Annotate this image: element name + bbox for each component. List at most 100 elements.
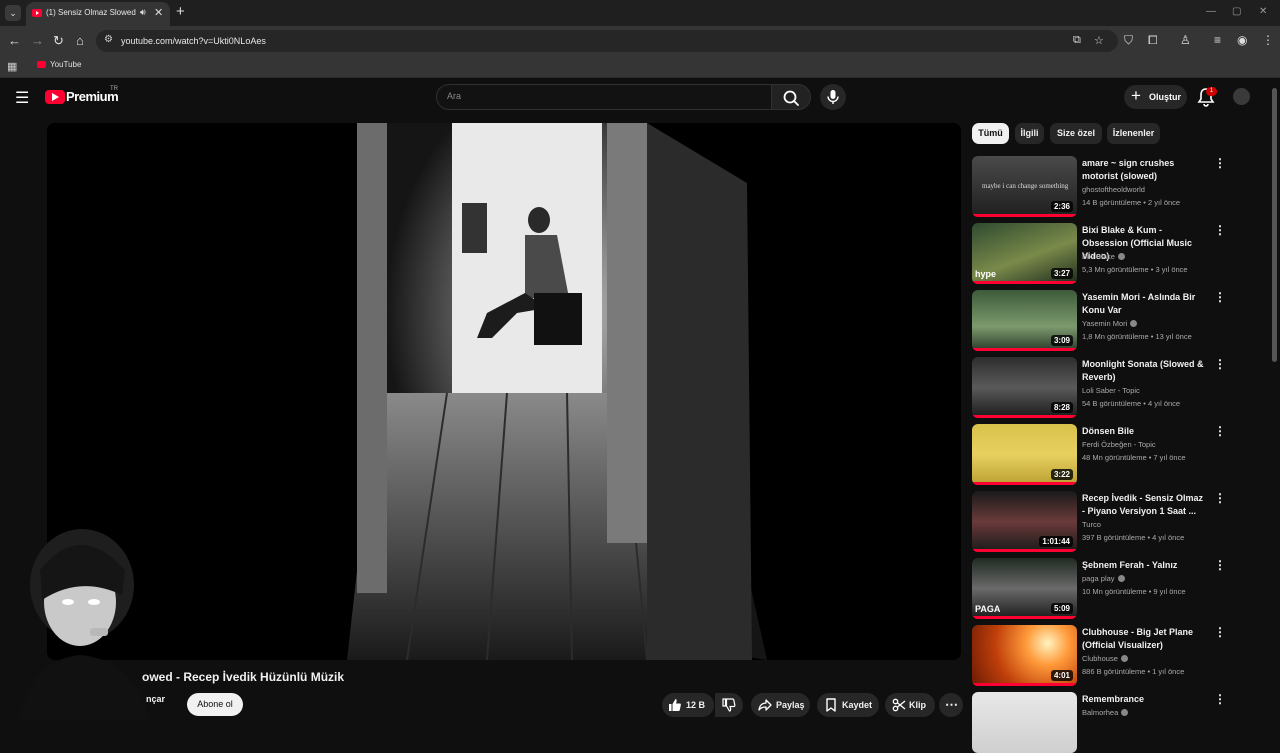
more-options-icon[interactable]: ⋮ [1214,156,1226,170]
rec-thumbnail[interactable]: PAGA 5:09 [972,558,1077,619]
chip-watched[interactable]: İzlenenler [1107,123,1160,144]
forward-icon[interactable]: → [31,33,44,49]
rec-channel[interactable]: Yasemin Mori [1082,319,1138,328]
search-icon [783,90,799,106]
browser-tab-active[interactable]: (1) Sensiz Olmaz Slowed - R 🔊︎ ✕ [26,2,170,26]
close-tab-icon[interactable]: ✕ [154,6,163,19]
search-button[interactable] [771,84,811,110]
reload-icon[interactable]: ↻ [53,33,64,49]
rec-channel[interactable]: Turco [1082,520,1101,529]
extensions-icon[interactable]: ⧠ [1148,33,1158,48]
apps-grid-icon[interactable]: ▦ [7,60,17,73]
rec-channel-name: Ferdi Özbeğen - Topic [1082,440,1156,449]
verified-check-icon [1120,655,1128,662]
rec-title[interactable]: amare ~ sign crushes motorist (slowed) [1082,157,1206,183]
more-options-icon[interactable]: ⋮ [1214,290,1226,304]
rec-views-age: 54 B görüntüleme • 4 yıl önce [1082,399,1181,408]
channel-name[interactable]: nçar [146,694,165,704]
minimize-icon[interactable]: — [1206,6,1216,17]
incognito-icon[interactable]: ♙ [1180,33,1191,47]
bookmark-youtube[interactable]: YouTube [50,60,81,69]
more-options-icon[interactable]: ⋮ [1214,692,1226,706]
back-icon[interactable]: ← [8,33,21,49]
watch-progress-bar [972,214,1077,217]
more-options-icon[interactable]: ⋮ [1214,625,1226,639]
search-box[interactable] [436,84,772,110]
voice-search-button[interactable] [820,84,846,110]
shield-icon[interactable]: ⛉ [1124,33,1133,48]
new-tab-button[interactable]: + [176,4,185,20]
rec-thumbnail[interactable]: hype 3:27 [972,223,1077,284]
clip-button[interactable]: Klip [885,693,935,717]
watch-progress-bar [972,482,1077,485]
rec-title[interactable]: Şebnem Ferah - Yalnız [1082,559,1206,572]
rec-title[interactable]: Recep İvedik - Sensiz Olmaz - Piyano Ver… [1082,492,1206,518]
tab-search-button[interactable]: ⌄ [5,5,21,21]
create-button[interactable]: + Oluştur [1124,85,1187,109]
cast-icon[interactable]: ⧉ [1073,34,1081,47]
rec-title[interactable]: Moonlight Sonata (Slowed & Reverb) [1082,358,1206,384]
clip-label: Klip [909,700,926,710]
watch-progress-bar [972,415,1077,418]
page-scrollbar[interactable] [1272,88,1277,362]
verified-check-icon [1117,253,1125,260]
duration-badge: 4:01 [1050,670,1073,681]
rec-thumbnail[interactable]: 4:01 [972,625,1077,686]
rec-title[interactable]: Dönsen Bile [1082,425,1206,438]
chip-related[interactable]: İlgili [1015,123,1044,144]
hamburger-menu-icon[interactable]: ☰ [15,88,29,108]
window-close-icon[interactable]: ✕ [1259,6,1267,17]
rec-title[interactable]: Yasemin Mori - Aslında Bir Konu Var [1082,291,1206,317]
rec-thumbnail[interactable]: 3:22 [972,424,1077,485]
home-icon[interactable]: ⌂ [76,33,84,49]
dislike-button[interactable] [715,693,743,717]
profile-icon[interactable]: ◉ [1237,33,1247,47]
rec-channel[interactable]: Clubhouse [1082,654,1128,663]
address-bar[interactable]: ⚙ youtube.com/watch?v=Ukti0NLoAes ⧉ ☆ [96,30,1118,52]
region-code: TR [110,86,118,92]
rec-views-age: 48 Mn görüntüleme • 7 yıl önce [1082,453,1186,462]
speaker-icon[interactable]: 🔊︎ [140,7,146,18]
account-avatar[interactable] [1233,88,1250,105]
rec-thumbnail[interactable]: 1:01:44 [972,491,1077,552]
rec-thumbnail[interactable]: 8:28 [972,357,1077,418]
bookmark-icon [826,698,836,712]
more-options-icon[interactable]: ⋮ [1214,558,1226,572]
more-options-icon[interactable]: ⋮ [1214,424,1226,438]
chip-for-you[interactable]: Size özel [1050,123,1102,144]
rec-thumbnail[interactable]: 3:09 [972,290,1077,351]
rec-views-age: 397 B görüntüleme • 4 yıl önce [1082,533,1185,542]
more-actions-button[interactable]: ⋯ [939,693,963,717]
subscribe-button[interactable]: Abone ol [187,693,243,716]
rec-channel-name: Bixi Blake [1082,252,1115,261]
rec-channel[interactable]: Ferdi Özbeğen - Topic [1082,440,1156,449]
rec-thumbnail[interactable] [972,692,1077,753]
save-button[interactable]: Kaydet [817,693,879,717]
rec-channel[interactable]: paga play [1082,574,1125,583]
share-button[interactable]: Paylaş [751,693,810,717]
video-player[interactable] [47,123,961,660]
rec-title[interactable]: Clubhouse - Big Jet Plane (Official Visu… [1082,626,1206,652]
rec-thumbnail[interactable]: maybe i can change something 2:36 [972,156,1077,217]
media-control-icon[interactable]: ≡ [1214,33,1221,47]
rec-channel[interactable]: ghostoftheoldworld [1082,185,1145,194]
rec-channel[interactable]: Balmorhea [1082,708,1129,717]
chip-all[interactable]: Tümü [972,123,1009,144]
youtube-logo-icon[interactable] [45,90,65,104]
maximize-icon[interactable]: ▢ [1232,6,1241,17]
thumbs-down-icon [722,698,736,712]
video-title: owed - Recep İvedik Hüzünlü Müzik [142,670,345,684]
rec-channel-name: Yasemin Mori [1082,319,1128,328]
more-options-icon[interactable]: ⋮ [1214,491,1226,505]
rec-channel[interactable]: Loli Saber - Topic [1082,386,1140,395]
more-options-icon[interactable]: ⋮ [1214,223,1226,237]
more-options-icon[interactable]: ⋮ [1214,357,1226,371]
site-info-icon[interactable]: ⚙ [104,34,113,45]
browser-menu-icon[interactable]: ⋮ [1262,33,1274,47]
search-input[interactable] [447,91,747,101]
bookmark-star-icon[interactable]: ☆ [1094,34,1104,47]
rec-title[interactable]: Remembrance [1082,693,1206,706]
like-button[interactable]: 12 B [662,693,714,717]
bookmarks-bar: ▦ [0,56,1280,78]
rec-channel[interactable]: Bixi Blake [1082,252,1125,261]
